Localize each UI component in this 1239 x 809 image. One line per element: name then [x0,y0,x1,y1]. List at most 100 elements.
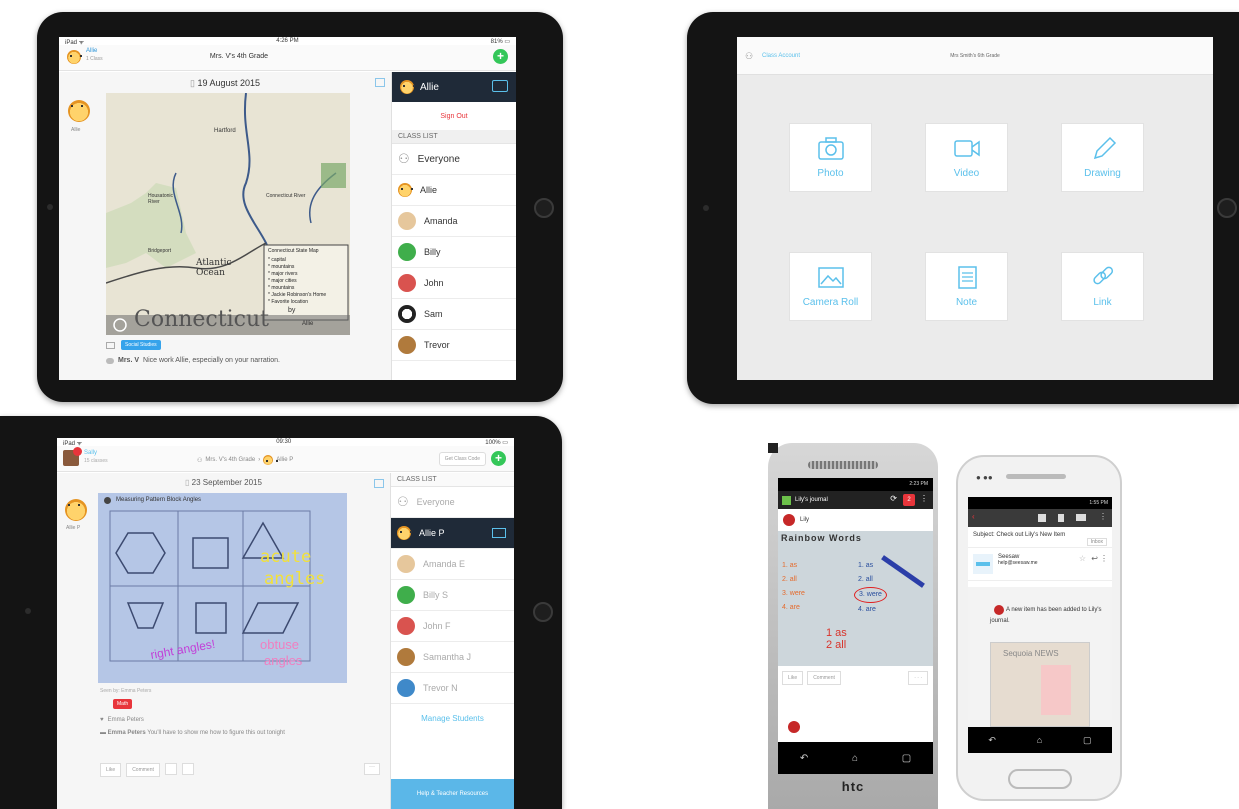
post-avatar-icon[interactable] [65,499,87,521]
sidebar-item-billy[interactable]: Billy [392,237,516,268]
sidebar-item-trevor[interactable]: Trevor [392,330,516,361]
mail-icon[interactable] [1076,514,1086,521]
post-avatar-icon[interactable] [68,100,90,122]
sidebar-item-sam[interactable]: Sam [392,299,516,330]
add-post-button[interactable]: + [491,451,506,466]
subject-tag[interactable]: Social Studies [121,340,161,350]
ladybug-icon [783,514,795,526]
left-words: 1. as 2. all 3. were 4. are [782,559,805,615]
like-button[interactable]: Like [100,763,122,777]
add-post-button[interactable]: + [493,49,508,64]
teacher-name[interactable]: Sally [84,450,97,456]
map-legend-title: Connecticut State Map [268,248,319,254]
home-icon[interactable]: ⌂ [1037,735,1042,745]
more-button[interactable]: · · · [908,671,928,685]
tile-label: Camera Roll [802,297,859,308]
link-tile[interactable]: Link [1061,252,1144,321]
tile-label: Video [953,168,980,179]
more-button[interactable]: ··· [364,763,380,775]
grid-view-icon[interactable] [375,78,385,87]
breadcrumb[interactable]: ⚇ Mrs. V's 4th Grade › Allie P [197,455,293,465]
status-bar: 1:55 PM [968,497,1112,509]
comment-row: Mrs. V Nice work Allie, especially on yo… [106,357,280,364]
recents-icon[interactable]: ▢ [1083,735,1092,746]
ink-angles: angles [264,569,326,589]
item-preview[interactable]: Sequoia NEWS [990,642,1090,727]
comment-icon [106,357,114,364]
clock: 2:23 PM [909,481,928,487]
home-button[interactable] [534,198,554,218]
post-author: Lily [800,517,810,523]
comment-button[interactable]: Comment [807,671,841,685]
camera-roll-tile[interactable]: Camera Roll [789,252,872,321]
recents-icon[interactable]: ▢ [902,753,911,764]
video-tile[interactable]: Video [925,123,1008,192]
post-image-map[interactable]: Hartford Housatonic River Connecticut Ri… [106,93,350,335]
star-icon[interactable]: ☆ [1079,554,1086,563]
big-words: 1 as 2 all [826,627,847,651]
word: 1 as [826,627,847,639]
home-button[interactable] [1008,769,1072,789]
subject-tag[interactable]: Math [113,699,133,709]
class-list-label: CLASS LIST [392,130,516,144]
overflow-menu-icon[interactable]: ⋮ [1099,512,1107,521]
sidebar-item-trevor-n[interactable]: Trevor N [391,673,514,704]
home-button[interactable] [533,602,553,622]
more-icon[interactable]: ⋮ [1100,554,1108,563]
app-title: Lily's journal [795,497,828,503]
sidebar-item-samantha-j[interactable]: Samantha J [391,642,514,673]
overflow-menu-icon[interactable]: ⋮ [920,494,928,503]
sidebar-item-amanda[interactable]: Amanda [392,206,516,237]
back-icon[interactable]: ↶ [800,753,808,764]
reply-icon[interactable]: ↩ [1091,554,1098,563]
manage-students-link[interactable]: Manage Students [391,704,514,733]
comment-icon: ▬ [100,730,106,736]
back-arrow-icon[interactable]: ‹ [972,512,975,521]
grid-view-icon[interactable] [374,479,384,488]
note-tile[interactable]: Note [925,252,1008,321]
sync-icon[interactable]: ⟳ [890,494,897,503]
home-icon[interactable]: ⌂ [852,753,858,764]
sidebar-item-everyone[interactable]: ⚇ Everyone [392,144,516,175]
front-camera [25,608,31,614]
sidebar-item-everyone[interactable]: ⚇ Everyone [391,487,514,518]
sidebar-item-john[interactable]: John [392,268,516,299]
octopus-icon [397,617,415,635]
sign-out-button[interactable]: Sign Out [392,102,516,130]
comment-button[interactable]: Comment [126,763,160,777]
folder-icon[interactable] [492,80,508,92]
delete-icon[interactable] [1058,514,1064,522]
nav-bar: Allie 1 Class Mrs. V's 4th Grade + [59,45,516,71]
sidebar-item-john-f[interactable]: John F [391,611,514,642]
post-author: Allie P [66,525,81,531]
folder-icon[interactable] [492,528,506,538]
back-icon[interactable]: ↶ [988,735,996,746]
screen: 2:23 PM Lily's journal ⟳ 2 ⋮ Lily Rainbo… [778,478,933,774]
sidebar-item-allie-p[interactable]: Allie P [391,518,514,549]
tile-label: Drawing [1084,168,1121,179]
app-bar: Lily's journal ⟳ 2 ⋮ [778,491,933,509]
archive-icon[interactable] [1038,514,1046,522]
inbox-label[interactable]: Inbox [1086,538,1107,546]
worksheet-image[interactable]: Measuring Pattern Block Angles acute ang… [98,493,347,683]
class-title[interactable]: Mrs. V's 4th Grade [59,53,419,60]
sidebar-item-amanda-e[interactable]: Amanda E [391,549,514,580]
map-title-word: Connecticut [134,307,269,332]
breadcrumb-student: Allie P [276,457,294,463]
notification-badge[interactable]: 2 [903,494,915,506]
image-icon [817,265,845,289]
folder-icon[interactable] [181,763,194,775]
photo-tile[interactable]: Photo [789,123,872,192]
sidebar-item-allie[interactable]: Allie [392,175,516,206]
rainbow-words-image[interactable]: Rainbow Words 1. as 2. all 3. were 4. ar… [778,531,933,666]
edit-icon[interactable] [164,763,177,775]
help-resources-button[interactable]: Help & Teacher Resources [391,779,514,809]
sidebar-header[interactable]: Allie [392,72,516,102]
home-button[interactable] [1217,198,1237,218]
drawing-tile[interactable]: Drawing [1061,123,1144,192]
sidebar-item-billy-s[interactable]: Billy S [391,580,514,611]
like-button[interactable]: Like [782,671,804,685]
dino-icon [397,586,415,604]
get-class-code-button[interactable]: Get Class Code [438,452,486,466]
sensor-dots: ● ●● [976,473,993,482]
